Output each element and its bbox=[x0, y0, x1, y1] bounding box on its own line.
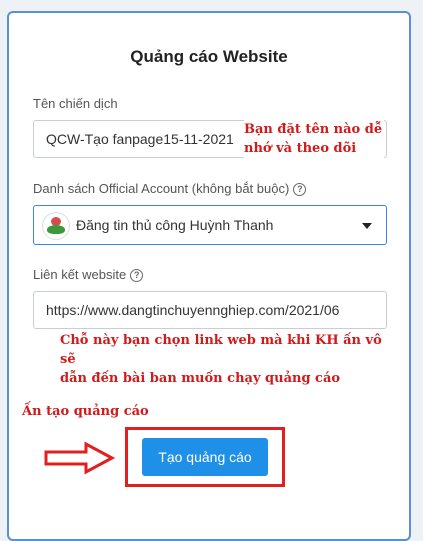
website-link-label-text: Liên kết website bbox=[33, 267, 127, 282]
campaign-name-label: Tên chiến dịch bbox=[33, 96, 118, 111]
question-circle-icon[interactable]: ? bbox=[293, 183, 307, 197]
official-account-select[interactable]: Đăng tin thủ công Huỳnh Thanh bbox=[33, 205, 387, 245]
official-account-label: Danh sách Official Account (không bắt bu… bbox=[33, 181, 307, 197]
website-link-field[interactable]: https://www.dangtinchuyennghiep.com/2021… bbox=[33, 291, 387, 329]
campaign-name-annotation-line2: nhớ và theo dõi bbox=[244, 141, 357, 156]
website-link-label: Liên kết website? bbox=[33, 267, 144, 283]
leaf-icon bbox=[47, 225, 65, 234]
website-link-annotation: Chỗ này bạn chọn link web mà khi KH ấn v… bbox=[60, 331, 400, 388]
create-button-highlight: Tạo quảng cáo bbox=[125, 427, 285, 487]
official-account-value: Đăng tin thủ công Huỳnh Thanh bbox=[76, 217, 274, 233]
official-account-label-text: Danh sách Official Account (không bắt bu… bbox=[33, 181, 290, 196]
create-annotation: Ấn tạo quảng cáo bbox=[22, 404, 149, 419]
campaign-name-value: QCW-Tạo fanpage15-11-2021 bbox=[46, 131, 234, 147]
dialog-title: Quảng cáo Website bbox=[130, 47, 288, 66]
website-link-annotation-line1: Chỗ này bạn chọn link web mà khi KH ấn v… bbox=[60, 333, 382, 367]
campaign-name-annotation: Bạn đặt tên nào dễ nhớ và theo dõi bbox=[244, 120, 384, 158]
campaign-name-annotation-line1: Bạn đặt tên nào dễ bbox=[244, 122, 383, 137]
question-circle-icon[interactable]: ? bbox=[130, 269, 144, 283]
page-avatar bbox=[42, 212, 70, 240]
website-link-value: https://www.dangtinchuyennghiep.com/2021… bbox=[46, 302, 340, 318]
website-link-annotation-line2: dẫn đến bài ban muốn chạy quảng cáo bbox=[60, 371, 341, 386]
create-ad-button[interactable]: Tạo quảng cáo bbox=[142, 438, 268, 476]
right-arrow-icon bbox=[44, 441, 116, 475]
chevron-down-icon[interactable] bbox=[362, 223, 372, 229]
